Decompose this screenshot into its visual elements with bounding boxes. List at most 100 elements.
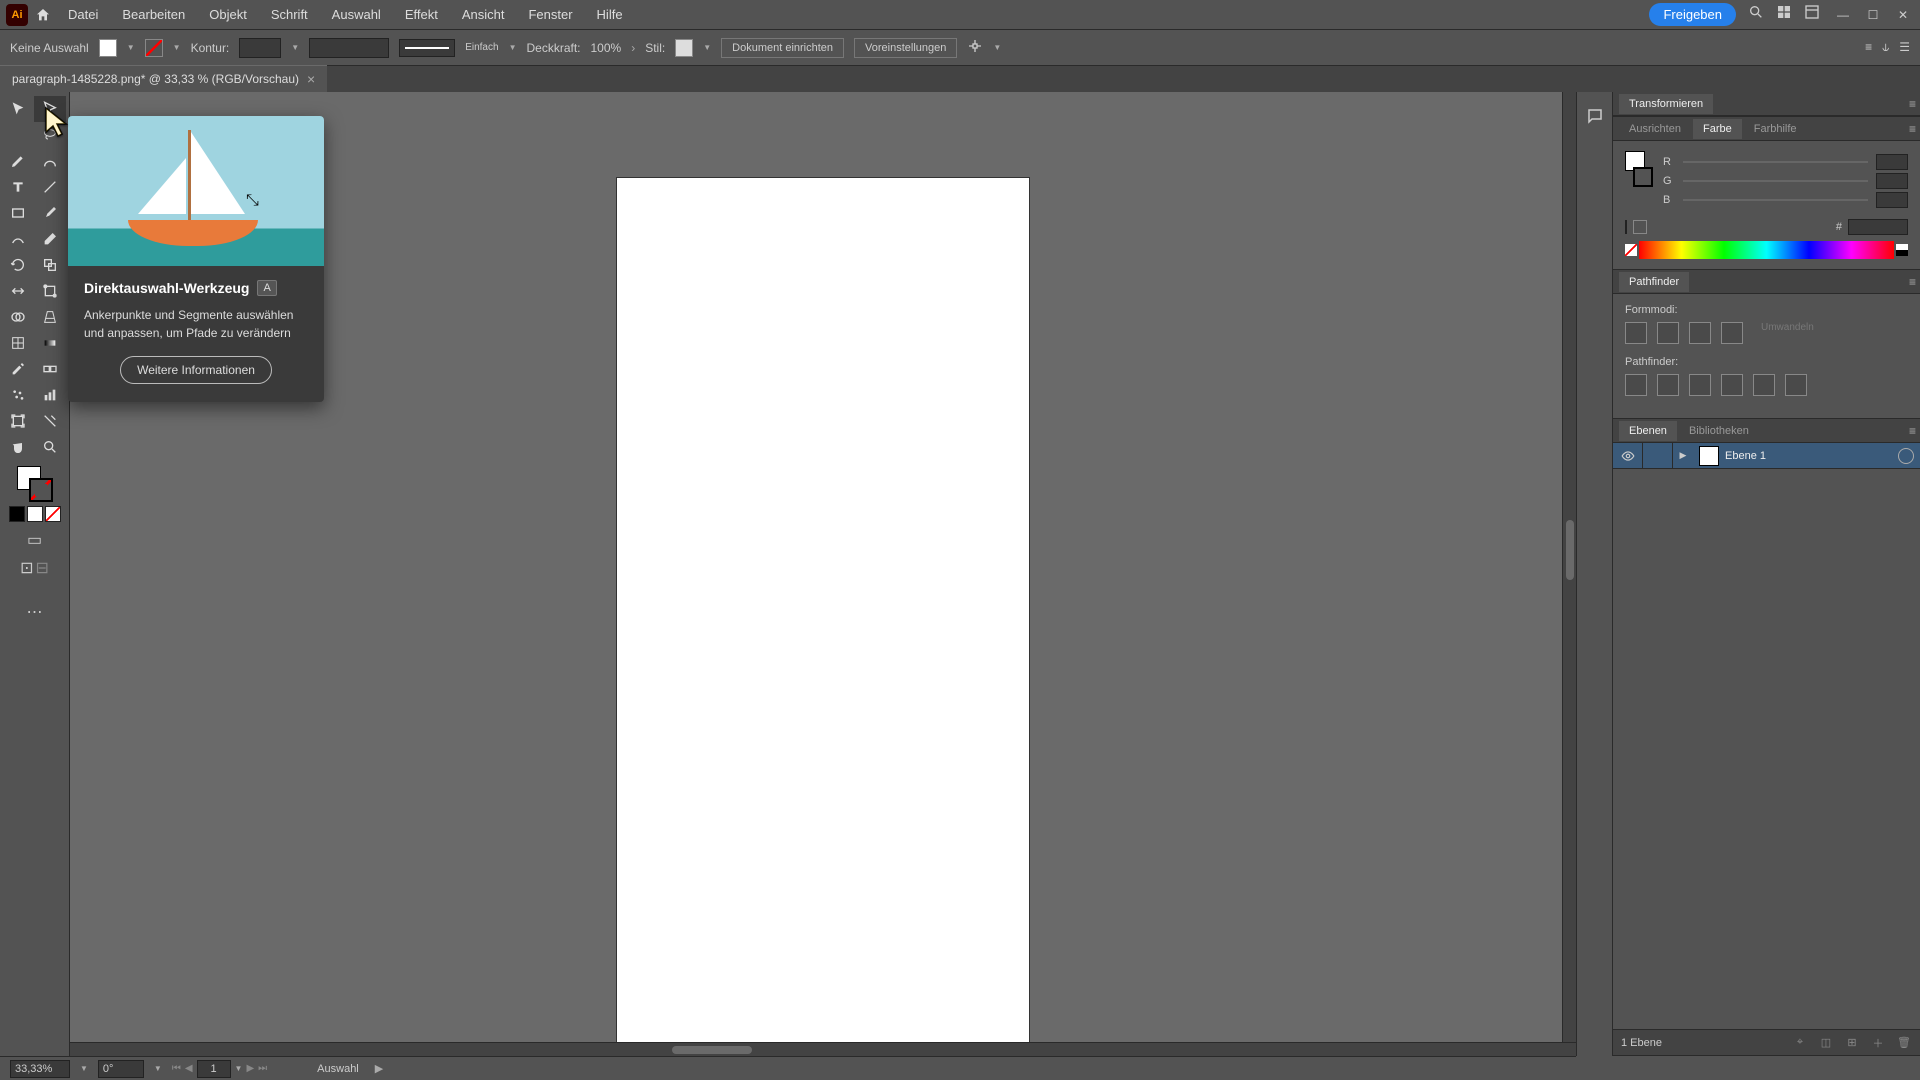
screen-mode-icon[interactable]: ▭	[27, 530, 42, 550]
chevron-down-icon[interactable]: ▼	[703, 43, 711, 52]
new-sublayer-icon[interactable]: ⊞	[1844, 1035, 1860, 1051]
free-transform-tool[interactable]	[34, 278, 66, 304]
chevron-down-icon[interactable]: ▼	[154, 1064, 162, 1073]
slice-tool[interactable]	[34, 408, 66, 434]
stroke-style-preview[interactable]	[399, 39, 455, 57]
menu-window[interactable]: Fenster	[518, 3, 582, 26]
lasso-tool[interactable]	[34, 122, 66, 148]
shaper-tool[interactable]	[2, 226, 34, 252]
bw-color-icon[interactable]	[1896, 244, 1908, 256]
minus-front-icon[interactable]	[1657, 322, 1679, 344]
tab-colorguide[interactable]: Farbhilfe	[1744, 119, 1807, 139]
g-input[interactable]	[1876, 173, 1908, 189]
document-setup-button[interactable]: Dokument einrichten	[721, 38, 844, 58]
menu-select[interactable]: Auswahl	[322, 3, 391, 26]
scale-tool[interactable]	[34, 252, 66, 278]
fill-swatch[interactable]	[99, 39, 117, 57]
panel-fill-stroke[interactable]	[1625, 151, 1653, 187]
panel-menu-icon[interactable]: ≡	[1909, 122, 1916, 136]
tab-pathfinder[interactable]: Pathfinder	[1619, 272, 1689, 292]
visibility-toggle-icon[interactable]	[1613, 443, 1643, 468]
divide-icon[interactable]	[1625, 374, 1647, 396]
color-mode-none[interactable]	[45, 506, 61, 522]
type-tool[interactable]	[2, 174, 34, 200]
expand-button[interactable]: Umwandeln	[1761, 322, 1814, 344]
eyedropper-tool[interactable]	[2, 356, 34, 382]
selection-tool[interactable]	[2, 96, 34, 122]
perspective-tool[interactable]	[34, 304, 66, 330]
arrange-icon[interactable]	[1776, 4, 1792, 25]
maximize-button[interactable]: ☐	[1862, 4, 1884, 26]
mesh-tool[interactable]	[2, 330, 34, 356]
r-slider[interactable]	[1683, 161, 1868, 163]
direct-selection-tool[interactable]	[34, 96, 66, 122]
tab-layers[interactable]: Ebenen	[1619, 421, 1677, 441]
blend-tool[interactable]	[34, 356, 66, 382]
artboard-number-input[interactable]	[197, 1060, 231, 1078]
zoom-input[interactable]	[10, 1060, 70, 1078]
menu-help[interactable]: Hilfe	[587, 3, 633, 26]
artboard[interactable]	[617, 178, 1029, 1056]
prev-artboard-icon[interactable]: ◀	[185, 1063, 193, 1074]
b-slider[interactable]	[1683, 199, 1868, 201]
hex-input[interactable]	[1848, 219, 1908, 235]
menu-type[interactable]: Schrift	[261, 3, 318, 26]
color-mode-solid[interactable]	[9, 506, 25, 522]
preferences-button[interactable]: Voreinstellungen	[854, 38, 957, 58]
chevron-down-icon[interactable]: ▼	[235, 1064, 243, 1073]
chevron-down-icon[interactable]: ▼	[80, 1064, 88, 1073]
shape-builder-tool[interactable]	[2, 304, 34, 330]
panel-toggle-icon[interactable]: ⫝	[1882, 40, 1889, 55]
search-icon[interactable]	[1748, 4, 1764, 25]
document-tab[interactable]: paragraph-1485228.png* @ 33,33 % (RGB/Vo…	[0, 65, 327, 92]
panel-toggle-icon[interactable]: ☰	[1899, 40, 1910, 55]
outline-icon[interactable]	[1753, 374, 1775, 396]
comment-icon[interactable]	[1581, 102, 1609, 130]
panel-menu-icon[interactable]: ≡	[1909, 275, 1916, 289]
pen-tool[interactable]	[2, 148, 34, 174]
vertical-scrollbar[interactable]	[1562, 92, 1576, 1042]
magic-wand-tool[interactable]	[2, 122, 34, 148]
exclude-icon[interactable]	[1721, 322, 1743, 344]
next-artboard-icon[interactable]: ▶	[246, 1063, 254, 1074]
current-color-swatch[interactable]	[1633, 220, 1647, 234]
b-input[interactable]	[1876, 192, 1908, 208]
gradient-tool[interactable]	[34, 330, 66, 356]
learn-more-button[interactable]: Weitere Informationen	[120, 356, 272, 384]
chevron-down-icon[interactable]: ▼	[993, 43, 1001, 52]
rectangle-tool[interactable]	[2, 200, 34, 226]
align-to-icon[interactable]	[967, 38, 983, 57]
status-menu-icon[interactable]: ▶	[375, 1062, 383, 1075]
tab-transform[interactable]: Transformieren	[1619, 94, 1713, 114]
crop-icon[interactable]	[1721, 374, 1743, 396]
unite-icon[interactable]	[1625, 322, 1647, 344]
trim-icon[interactable]	[1657, 374, 1679, 396]
tab-libraries[interactable]: Bibliotheken	[1679, 421, 1759, 441]
layer-name[interactable]: Ebene 1	[1725, 450, 1898, 462]
chevron-down-icon[interactable]: ▼	[127, 43, 135, 52]
menu-edit[interactable]: Bearbeiten	[112, 3, 195, 26]
drawing-mode-icon[interactable]: ⊡	[20, 558, 33, 578]
chevron-down-icon[interactable]: ▼	[291, 43, 299, 52]
close-icon[interactable]: ×	[307, 71, 315, 87]
expand-layer-icon[interactable]: ▶	[1673, 450, 1693, 461]
rotation-input[interactable]	[98, 1060, 144, 1078]
target-icon[interactable]	[1898, 448, 1914, 464]
home-icon[interactable]	[32, 4, 54, 26]
spectrum-picker[interactable]	[1639, 241, 1894, 259]
g-slider[interactable]	[1683, 180, 1868, 182]
delete-layer-icon[interactable]: 🗑	[1896, 1035, 1912, 1051]
none-swatch-icon[interactable]	[1625, 221, 1627, 233]
r-input[interactable]	[1876, 154, 1908, 170]
first-artboard-icon[interactable]: ⏮	[172, 1063, 181, 1074]
none-color-icon[interactable]	[1625, 244, 1637, 256]
chevron-down-icon[interactable]: ▼	[173, 43, 181, 52]
tab-align[interactable]: Ausrichten	[1619, 119, 1691, 139]
stroke-swatch[interactable]	[145, 39, 163, 57]
intersect-icon[interactable]	[1689, 322, 1711, 344]
graph-tool[interactable]	[34, 382, 66, 408]
opacity-more-icon[interactable]: ›	[631, 41, 635, 55]
share-button[interactable]: Freigeben	[1649, 3, 1736, 26]
zoom-tool[interactable]	[34, 434, 66, 460]
workspace-icon[interactable]	[1804, 4, 1820, 25]
